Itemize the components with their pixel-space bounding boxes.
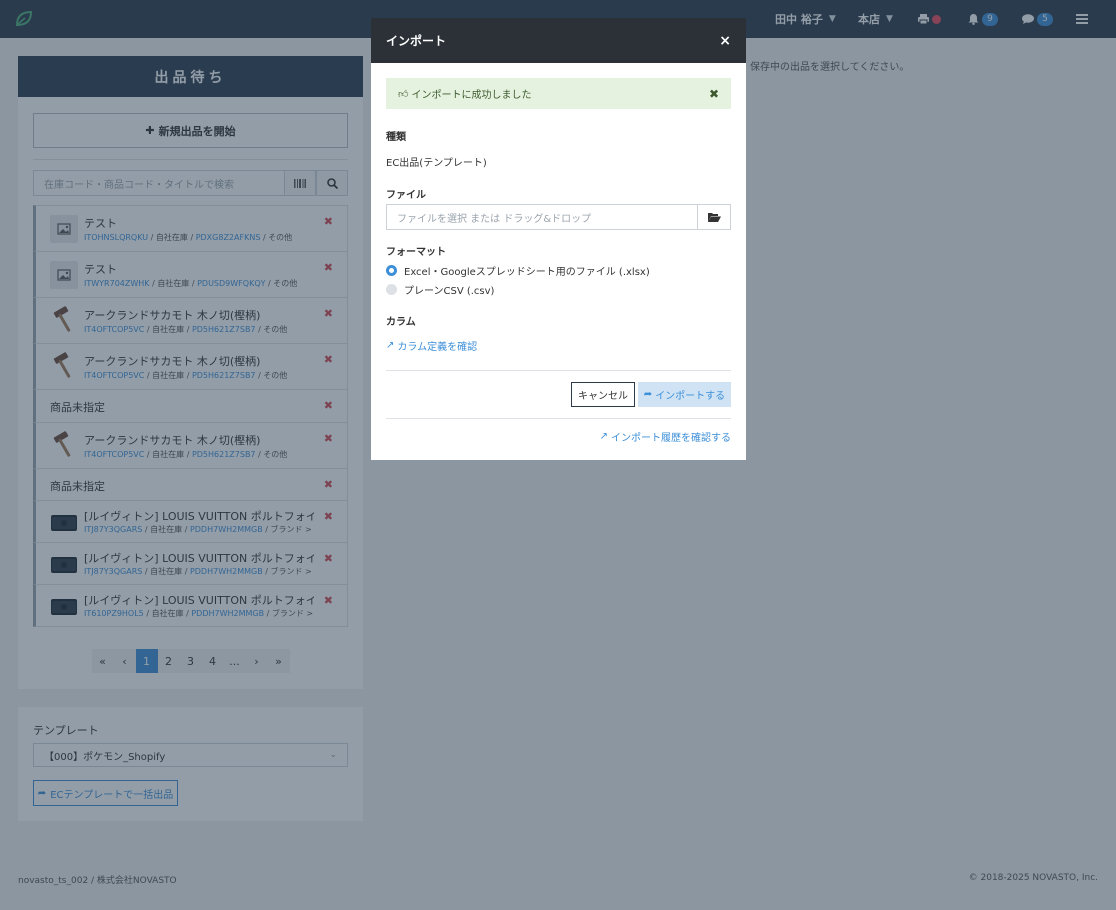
- format-option-label: プレーンCSV (.csv): [404, 286, 495, 297]
- column-definition-label: カラム定義を確認: [397, 342, 478, 353]
- close-alert-icon[interactable]: ✖: [709, 87, 719, 101]
- file-input[interactable]: ファイルを選択 または ドラッグ&ドロップ: [386, 204, 697, 230]
- file-picker: ファイルを選択 または ドラッグ&ドロップ: [386, 204, 731, 230]
- divider: [386, 370, 731, 371]
- file-label: ファイル: [386, 190, 426, 201]
- divider: [386, 418, 731, 419]
- folder-open-icon: [707, 213, 721, 222]
- import-button[interactable]: ➦ インポートする: [638, 382, 731, 407]
- format-option-xlsx[interactable]: Excel・Googleスプレッドシート用のファイル (.xlsx): [386, 263, 650, 278]
- browse-button[interactable]: [697, 204, 731, 230]
- format-label: フォーマット: [386, 247, 446, 258]
- import-modal: インポート × 👍︎ インポートに成功しました ✖ 種類 EC出品(テンプレート…: [371, 18, 746, 460]
- radio-unchecked-icon[interactable]: [386, 284, 397, 295]
- column-label: カラム: [386, 317, 416, 328]
- cancel-button[interactable]: キャンセル: [571, 382, 635, 407]
- radio-checked-icon[interactable]: [386, 265, 397, 276]
- success-message: インポートに成功しました: [411, 90, 532, 101]
- format-option-label: Excel・Googleスプレッドシート用のファイル (.xlsx): [404, 267, 650, 278]
- type-label: 種類: [386, 132, 406, 143]
- type-value: EC出品(テンプレート): [386, 158, 487, 169]
- success-alert: 👍︎ インポートに成功しました ✖: [386, 78, 731, 109]
- external-link-icon: ↗: [386, 340, 395, 351]
- share-icon: ➦: [643, 389, 653, 400]
- format-option-csv[interactable]: プレーンCSV (.csv): [386, 282, 494, 297]
- column-definition-link[interactable]: ↗ カラム定義を確認: [386, 338, 477, 353]
- modal-header: インポート ×: [371, 18, 746, 63]
- import-history-label: インポート履歴を確認する: [611, 433, 731, 444]
- close-icon[interactable]: ×: [719, 33, 731, 49]
- import-button-label: インポートする: [655, 391, 726, 402]
- modal-title: インポート: [386, 34, 447, 48]
- external-link-icon: ↗: [599, 431, 608, 442]
- import-history-link[interactable]: ↗ インポート履歴を確認する: [600, 429, 731, 444]
- thumbs-up-icon: 👍︎: [398, 88, 409, 100]
